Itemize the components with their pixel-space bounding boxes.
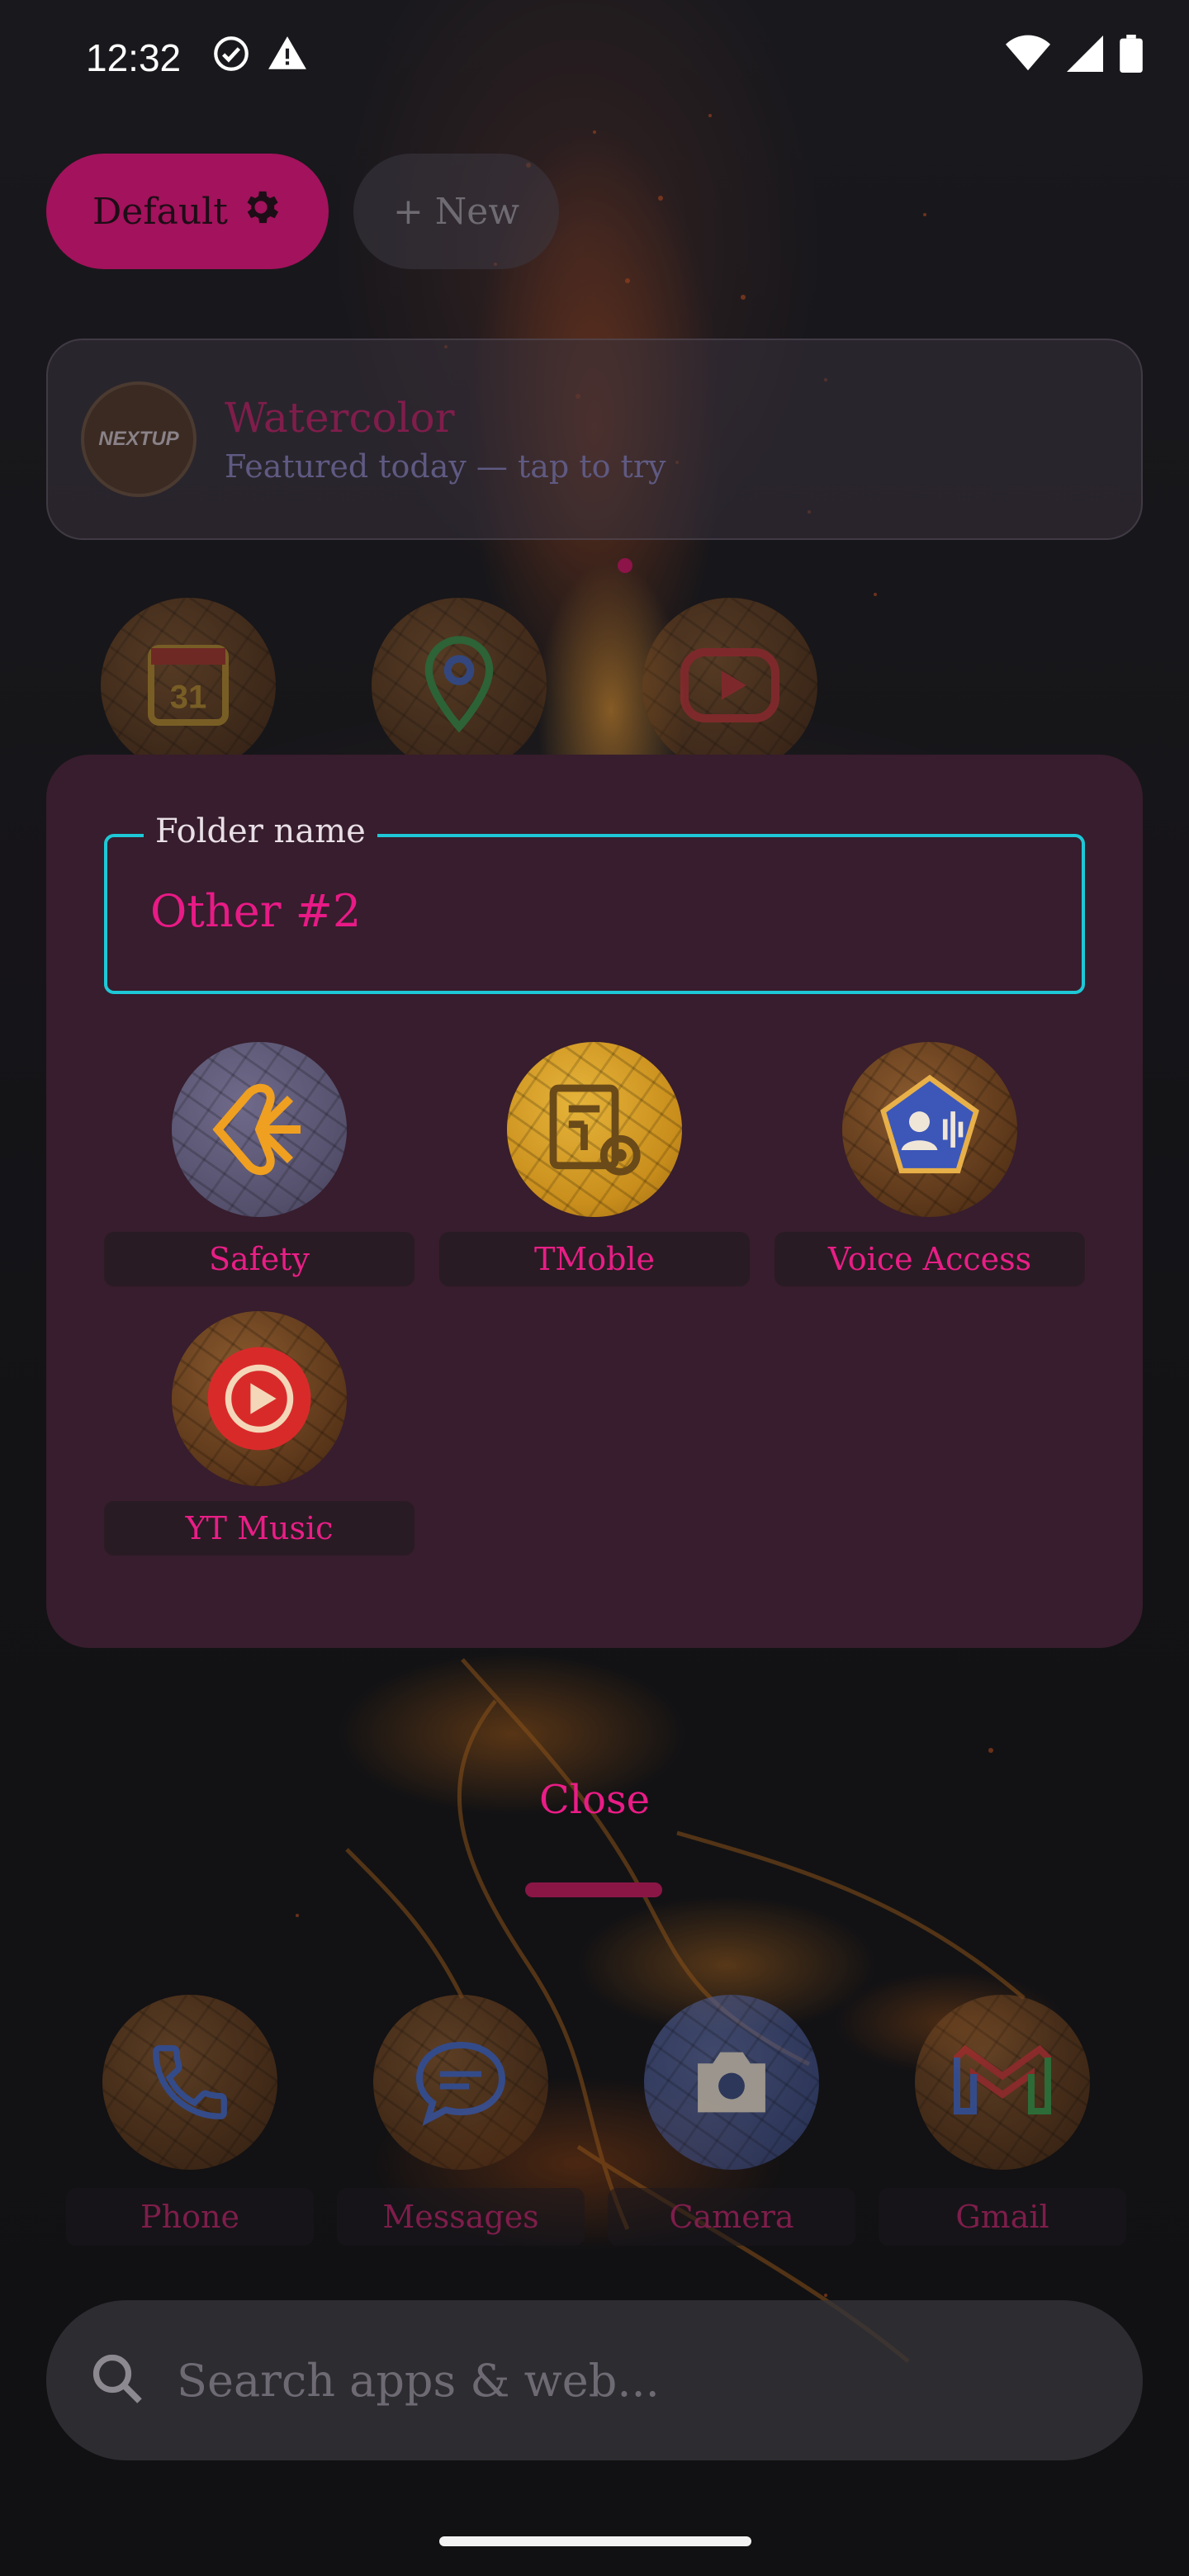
page-indicator (618, 558, 632, 573)
map-pin-icon[interactable] (372, 598, 547, 773)
safety-icon[interactable] (172, 1042, 347, 1217)
wifi-icon (1006, 35, 1050, 82)
dock-app-label: Phone (66, 2188, 314, 2246)
folder-app-label: Voice Access (775, 1232, 1085, 1286)
featured-banner[interactable]: NEXTUP Watercolor Featured today — tap t… (46, 339, 1143, 540)
search-input[interactable] (177, 2354, 1002, 2407)
dock-app-camera[interactable]: Camera (608, 1995, 855, 2246)
folder-app-tmoble[interactable]: TMoble (439, 1042, 750, 1290)
camera-icon[interactable] (644, 1995, 819, 2170)
dock-app-gmail[interactable]: Gmail (879, 1995, 1126, 2246)
yt-music-icon[interactable] (172, 1311, 347, 1486)
search-icon[interactable] (88, 2349, 147, 2412)
dock-app-label: Messages (337, 2188, 585, 2246)
warning-icon (267, 33, 308, 83)
folder-name-label: Folder name (144, 812, 377, 850)
home-icons-row: 31 (0, 598, 1189, 773)
dock-app-label: Gmail (879, 2188, 1126, 2246)
phone-icon[interactable] (102, 1995, 277, 2170)
battery-icon (1120, 34, 1143, 82)
messages-icon[interactable] (373, 1995, 548, 2170)
youtube-icon[interactable] (642, 598, 817, 773)
gmail-icon[interactable] (915, 1995, 1090, 2170)
new-profile-button[interactable]: + New (353, 154, 559, 269)
calendar-icon[interactable]: 31 (101, 598, 276, 773)
banner-logo: NEXTUP (81, 381, 197, 497)
check-circle-icon (211, 33, 252, 83)
dock-app-phone[interactable]: Phone (66, 1995, 314, 2246)
banner-logo-text: NEXTUP (98, 428, 179, 450)
folder-app-safety[interactable]: Safety (104, 1042, 414, 1290)
banner-subtitle: Featured today — tap to try (225, 448, 666, 485)
status-bar: 12:32 (0, 0, 1189, 116)
folder-app-label: Safety (104, 1232, 414, 1286)
dock-app-label: Camera (608, 2188, 855, 2246)
drag-handle[interactable] (525, 1882, 662, 1897)
profile-chip-label: Default (92, 190, 228, 233)
tmobile-settings-icon[interactable] (507, 1042, 682, 1217)
profile-chip-default[interactable]: Default (46, 154, 329, 269)
folder-app-label: TMoble (439, 1232, 750, 1286)
home-indicator[interactable] (439, 2536, 751, 2546)
status-time: 12:32 (86, 36, 182, 79)
close-button[interactable]: Close (471, 1767, 718, 1833)
folder-app-yt-music[interactable]: YT Music (104, 1311, 414, 1559)
folder-app-label: YT Music (104, 1501, 414, 1556)
search-bar[interactable] (46, 2300, 1143, 2460)
folder-name-input[interactable]: Other #2 (150, 885, 1042, 937)
signal-icon (1067, 35, 1103, 82)
banner-title: Watercolor (225, 394, 455, 442)
dock-app-messages[interactable]: Messages (337, 1995, 585, 2246)
folder-name-field[interactable]: Folder name Other #2 (104, 812, 1085, 994)
voice-access-icon[interactable] (842, 1042, 1017, 1217)
folder-popup: Folder name Other #2 Safety TMoble Voice… (46, 755, 1143, 1648)
gear-icon[interactable] (239, 186, 282, 238)
folder-app-voice-access[interactable]: Voice Access (775, 1042, 1085, 1290)
new-profile-label: + New (392, 190, 519, 233)
profile-chips: Default + New (46, 154, 559, 269)
calendar-badge: 31 (170, 680, 207, 716)
